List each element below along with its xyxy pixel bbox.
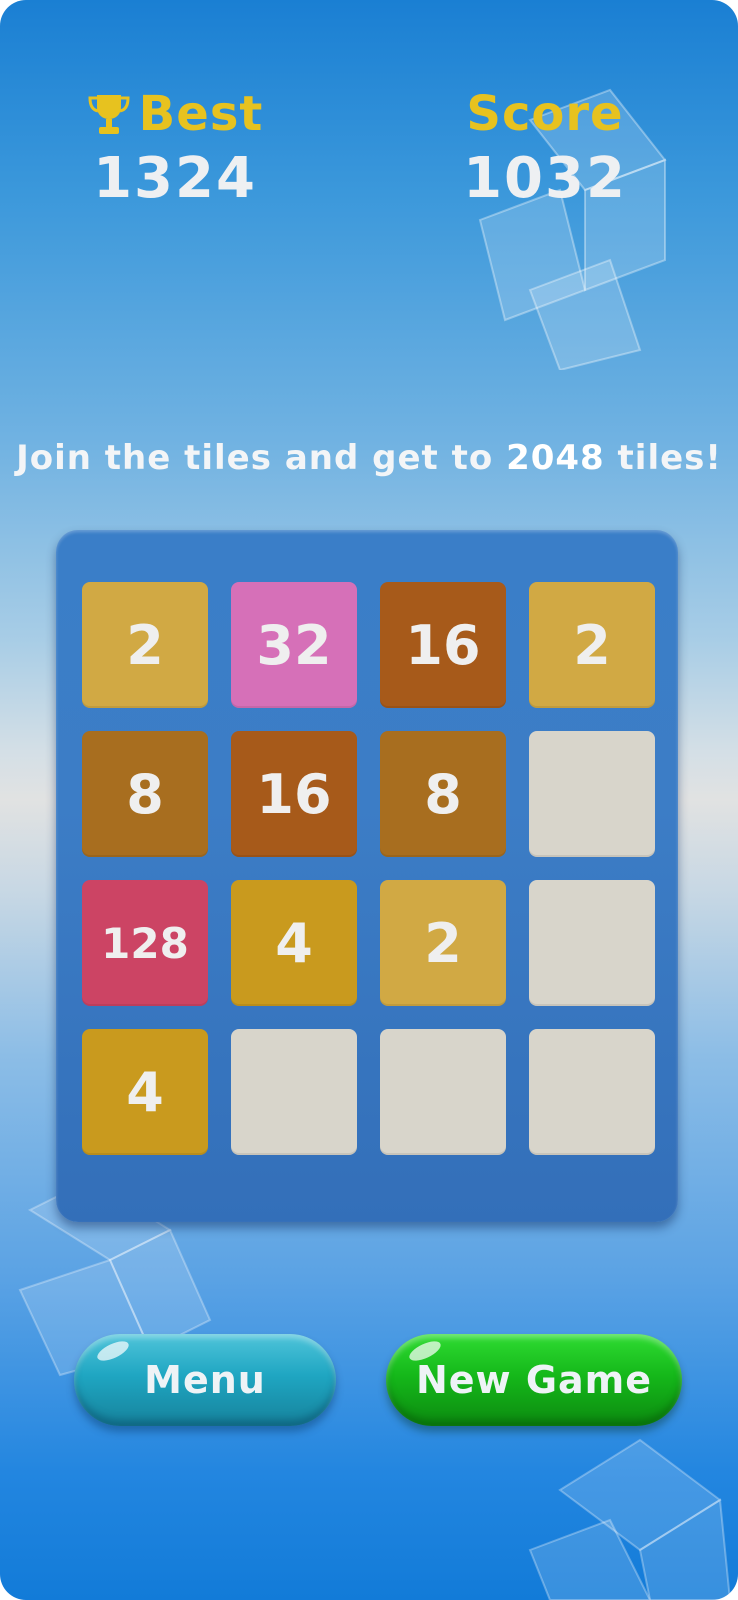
best-label: Best — [138, 86, 264, 142]
empty-cell — [231, 1029, 357, 1155]
new-game-button[interactable]: New Game — [386, 1334, 682, 1426]
best-value: 1324 — [93, 146, 257, 211]
instructions-prefix: Join the tiles and get to — [16, 438, 507, 478]
tile-32: 32 — [231, 582, 357, 708]
decorative-cube-bottom-right — [528, 1438, 732, 1600]
empty-cell — [529, 731, 655, 857]
tile-128: 128 — [82, 880, 208, 1006]
tile-2: 2 — [380, 880, 506, 1006]
tile-8: 8 — [82, 731, 208, 857]
button-shine — [94, 1337, 132, 1365]
tile-16: 16 — [231, 731, 357, 857]
tile-16: 16 — [380, 582, 506, 708]
empty-cell — [529, 880, 655, 1006]
tile-4: 4 — [231, 880, 357, 1006]
score-label: Score — [466, 86, 624, 142]
instructions-target: 2048 — [506, 438, 605, 478]
empty-cell — [529, 1029, 655, 1155]
best-label-row: Best — [60, 82, 290, 146]
tile-8: 8 — [380, 731, 506, 857]
tile-2: 2 — [529, 582, 655, 708]
instructions-text: Join the tiles and get to 2048 tiles! — [0, 438, 738, 478]
menu-button[interactable]: Menu — [74, 1334, 336, 1426]
new-game-button-label: New Game — [415, 1358, 653, 1402]
game-board[interactable]: 2 32 16 2 8 16 8 128 4 2 4 — [56, 530, 678, 1222]
instructions-suffix: tiles! — [604, 438, 722, 478]
game-screen: Best 1324 Score 1032 Join the tiles and … — [0, 0, 738, 1600]
tile-4: 4 — [82, 1029, 208, 1155]
trophy-icon — [88, 95, 130, 134]
best-score-panel: Best 1324 — [60, 82, 290, 212]
empty-cell — [380, 1029, 506, 1155]
current-score-panel: Score 1032 — [430, 82, 660, 212]
score-value: 1032 — [463, 146, 627, 211]
menu-button-label: Menu — [144, 1358, 266, 1402]
tile-2: 2 — [82, 582, 208, 708]
score-label-row: Score — [430, 82, 660, 146]
